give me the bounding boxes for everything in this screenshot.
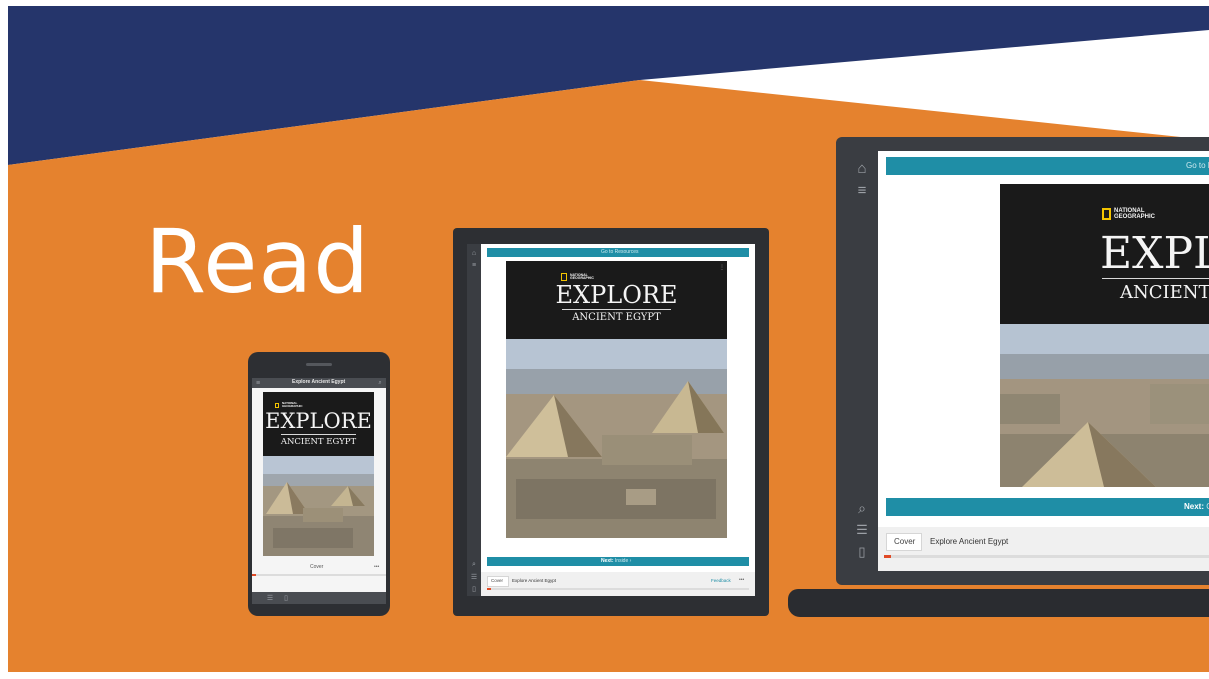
- phone-top-bar: ≡ Explore Ancient Egypt ⌕: [252, 378, 386, 388]
- tablet-footer-title: Explore Ancient Egypt: [512, 578, 557, 583]
- tablet-screen: Go to Resources NATIONAL GEOGRAPHIC EXPLO…: [481, 244, 755, 596]
- book-icon[interactable]: ▯: [282, 592, 290, 604]
- more-icon[interactable]: ⋮: [718, 263, 726, 271]
- laptop-device: ⌂ ≡ ⌕ ☰ ▯ Go to R NATIONALGEOGRAPHIC EXP…: [836, 137, 1209, 585]
- laptop-progress-bar: [884, 555, 1209, 558]
- tablet-top-bar-label: Go to Resources: [601, 249, 639, 255]
- search-icon[interactable]: ⌕: [852, 499, 872, 517]
- contents-icon[interactable]: ☰: [852, 521, 872, 539]
- menu-icon[interactable]: ≡: [254, 378, 262, 388]
- laptop-book-cover[interactable]: NATIONALGEOGRAPHIC EXPLORE ANCIENT EGYPT: [1000, 184, 1209, 487]
- search-icon[interactable]: ⌕: [469, 560, 479, 570]
- laptop-next-label: Next: C: [1184, 502, 1209, 511]
- cover-title: EXPLORE: [265, 409, 372, 433]
- book-icon[interactable]: ▯: [469, 584, 479, 594]
- phone-speaker: [306, 363, 332, 366]
- phone-book-cover[interactable]: NATIONAL GEOGRAPHIC EXPLORE ANCIENT EGYPT: [263, 392, 374, 556]
- tablet-progress-bar: [487, 588, 749, 590]
- feedback-link[interactable]: Feedback: [711, 578, 731, 583]
- publisher-logo: NATIONAL GEOGRAPHIC: [275, 402, 303, 408]
- publisher-logo: NATIONAL GEOGRAPHIC: [561, 273, 594, 281]
- cover-rule: [281, 434, 356, 435]
- tablet-next-label: Next: Inside ›: [601, 558, 632, 564]
- menu-icon[interactable]: ≡: [469, 260, 479, 270]
- laptop-footer-title: Explore Ancient Egypt: [930, 537, 1009, 546]
- book-icon[interactable]: ▯: [852, 543, 872, 561]
- cover-title: EXPLORE: [555, 281, 678, 309]
- menu-icon[interactable]: ≡: [852, 181, 872, 199]
- phone-bottom-bar: ☰ ▯: [252, 592, 386, 604]
- home-icon[interactable]: ⌂: [469, 248, 479, 258]
- laptop-screen: Go to R NATIONALGEOGRAPHIC EXPLORE ANCIE…: [878, 151, 1209, 571]
- cover-subtitle: ANCIENT EGYPT: [1120, 282, 1209, 303]
- tablet-device: ⌂ ≡ ⌕ ☰ ▯ Go to Resources NATIONAL GEOGRA…: [453, 228, 769, 616]
- publisher-logo: NATIONAL GEOGRAPHIC: [1102, 208, 1155, 220]
- phone-screen: ≡ Explore Ancient Egypt ⌕ NATIONAL GEOGRA…: [252, 378, 386, 604]
- tablet-next-bar[interactable]: Next: Inside ›: [487, 557, 749, 566]
- phone-device: ≡ Explore Ancient Egypt ⌕ NATIONAL GEOGRA…: [248, 352, 390, 616]
- tablet-top-bar[interactable]: Go to Resources: [487, 248, 749, 257]
- more-icon[interactable]: •••: [374, 564, 379, 570]
- phone-progress-bar: [252, 574, 386, 576]
- cover-rule: [1102, 278, 1209, 279]
- laptop-footer: Cover Explore Ancient Egypt: [878, 527, 1209, 571]
- pyramids-photo: [263, 456, 374, 556]
- contents-icon[interactable]: ☰: [469, 572, 479, 582]
- cover-subtitle: ANCIENT EGYPT: [280, 437, 357, 447]
- tablet-sidebar: ⌂ ≡ ⌕ ☰ ▯: [467, 244, 481, 596]
- cover-rule: [562, 309, 671, 310]
- search-icon[interactable]: ⌕: [376, 378, 384, 388]
- more-icon[interactable]: •••: [739, 577, 744, 583]
- laptop-next-bar[interactable]: Next: C: [886, 498, 1209, 516]
- headline: Read: [145, 210, 371, 313]
- tablet-footer: Cover Explore Ancient Egypt Feedback •••: [481, 572, 755, 596]
- phone-top-title: Explore Ancient Egypt: [292, 379, 346, 385]
- cover-subtitle: ANCIENT EGYPT: [572, 312, 661, 323]
- cover-title: EXPLORE: [1100, 228, 1209, 279]
- home-icon[interactable]: ⌂: [852, 159, 872, 177]
- promo-banner: Read ≡ Explore Ancient Egypt ⌕ NATIONAL G…: [0, 0, 1209, 679]
- tablet-cover-label: Cover: [491, 578, 504, 583]
- laptop-cover-label: Cover: [894, 537, 916, 546]
- tablet-book-cover[interactable]: NATIONAL GEOGRAPHIC EXPLORE ANCIENT EGYPT…: [506, 261, 727, 538]
- laptop-base: [788, 589, 1209, 617]
- laptop-top-bar[interactable]: Go to R: [886, 157, 1209, 175]
- pyramids-photo: [1000, 324, 1209, 487]
- laptop-sidebar: ⌂ ≡ ⌕ ☰ ▯: [846, 151, 878, 571]
- contents-icon[interactable]: ☰: [266, 592, 274, 604]
- laptop-top-bar-label: Go to R: [1186, 161, 1209, 170]
- phone-cover-label: Cover: [310, 564, 324, 570]
- pyramids-photo: [506, 339, 727, 538]
